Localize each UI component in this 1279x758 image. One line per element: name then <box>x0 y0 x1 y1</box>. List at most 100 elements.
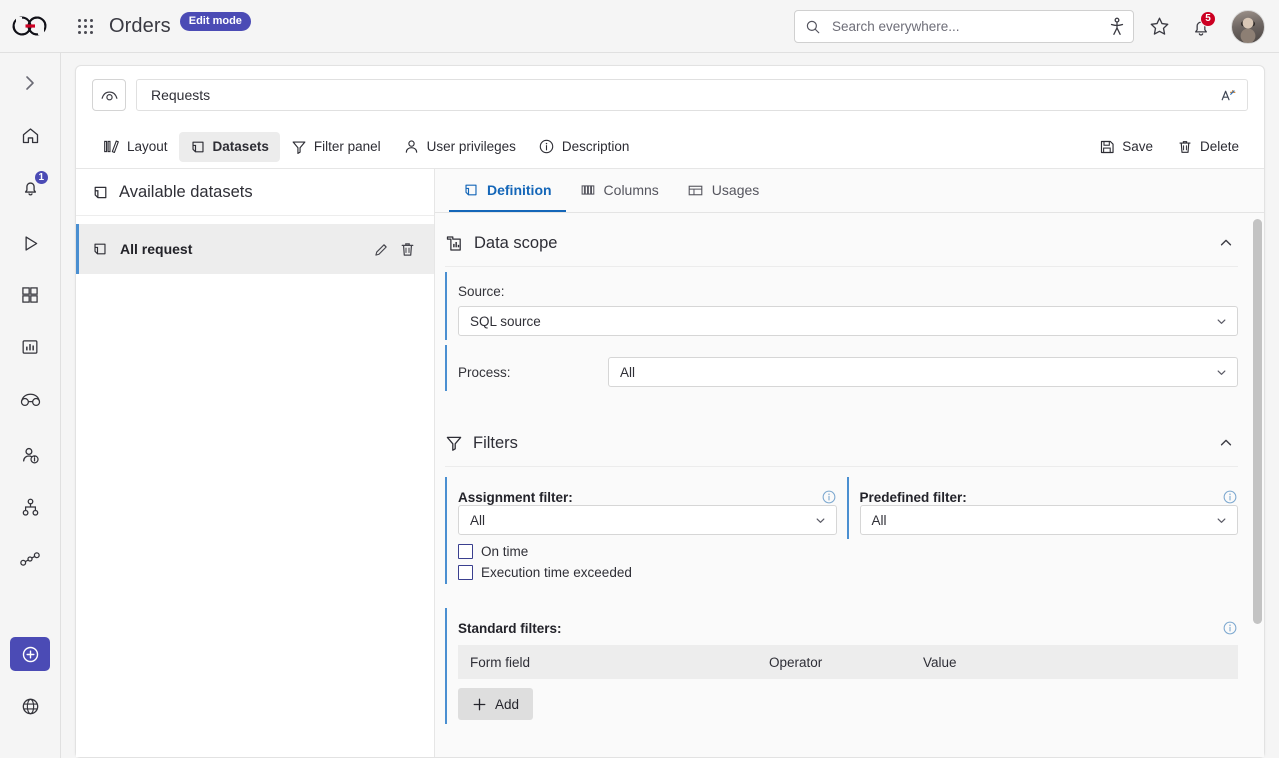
source-select[interactable]: SQL source <box>458 306 1238 336</box>
toolbar-label-datasets: Datasets <box>212 139 269 154</box>
sidebar-item-home[interactable] <box>0 109 61 161</box>
tab-usages[interactable]: Usages <box>673 170 773 212</box>
org-chart-icon <box>20 497 41 518</box>
detail-tabs: Definition Columns Usages <box>435 169 1264 213</box>
translate-button[interactable] <box>1215 83 1241 107</box>
toolbar-item-filter-panel[interactable]: Filter panel <box>280 132 392 162</box>
tab-definition[interactable]: Definition <box>449 170 566 212</box>
info-circle-icon[interactable] <box>1222 489 1238 505</box>
predefined-filter-col: Predefined filter: All <box>846 472 1238 584</box>
toolbar-item-description[interactable]: Description <box>527 132 641 162</box>
info-circle-icon[interactable] <box>821 489 837 505</box>
chevron-up-icon[interactable] <box>1214 231 1238 255</box>
app-logo[interactable] <box>0 0 61 53</box>
dataset-icon <box>463 182 479 198</box>
chevron-up-icon[interactable] <box>1214 431 1238 455</box>
execution-time-exceeded-checkbox[interactable] <box>458 565 473 580</box>
assignment-filter-col: Assignment filter: All On time Execution… <box>445 472 837 584</box>
user-info-icon <box>20 445 41 466</box>
edit-pencil-icon[interactable] <box>368 236 394 262</box>
accessibility-button[interactable] <box>1099 9 1135 45</box>
definition-scroll-area: Data scope Source: SQL source Process: A… <box>435 213 1264 757</box>
delete-label: Delete <box>1199 139 1239 154</box>
process-label: Process: <box>458 364 511 380</box>
chevron-down-icon <box>1215 366 1228 379</box>
process-select[interactable]: All <box>608 357 1238 387</box>
list-item[interactable]: All request <box>76 224 434 274</box>
sidebar-item-processes[interactable] <box>0 217 61 269</box>
dataset-name-field[interactable] <box>136 79 1248 111</box>
source-field-block: Source: SQL source <box>445 272 1238 340</box>
dataset-icon <box>92 241 108 257</box>
funnel-icon <box>445 434 463 452</box>
save-button[interactable]: Save <box>1088 132 1164 162</box>
notifications-button[interactable]: 5 <box>1183 9 1219 45</box>
on-time-checkbox-row[interactable]: On time <box>458 544 837 559</box>
execution-time-exceeded-checkbox-row[interactable]: Execution time exceeded <box>458 565 837 580</box>
definition-scrollbar[interactable] <box>1253 213 1262 757</box>
sidebar-notification-badge: 1 <box>32 169 51 186</box>
sidebar-item-applications[interactable] <box>0 269 61 321</box>
standard-filters-label: Standard filters: <box>458 620 562 636</box>
sidebar-add-button-wrap <box>0 628 61 680</box>
assignment-filter-label-row: Assignment filter: <box>458 489 837 505</box>
home-icon <box>20 125 41 146</box>
preview-button[interactable] <box>92 79 126 111</box>
column-header-value: Value <box>923 654 957 670</box>
column-header-operator: Operator <box>769 654 823 670</box>
connections-icon <box>19 550 41 568</box>
chevron-down-icon <box>1215 315 1228 328</box>
process-value: All <box>620 364 636 380</box>
info-circle-icon[interactable] <box>1222 620 1238 636</box>
add-standard-filter-button[interactable]: Add <box>458 688 534 720</box>
data-scope-header: Data scope <box>445 227 1238 267</box>
user-avatar[interactable] <box>1231 9 1265 44</box>
assignment-filter-block: Assignment filter: All On time Execution… <box>445 477 837 584</box>
assignment-filter-label: Assignment filter: <box>458 489 573 505</box>
predefined-filter-select[interactable]: All <box>859 505 1238 535</box>
sidebar-item-connections[interactable] <box>0 533 61 585</box>
delete-button[interactable]: Delete <box>1166 132 1250 162</box>
app-launcher-button[interactable] <box>71 12 99 40</box>
execution-time-exceeded-label: Execution time exceeded <box>481 565 632 580</box>
scrollbar-thumb[interactable] <box>1253 219 1262 624</box>
edit-mode-badge[interactable]: Edit mode <box>179 11 251 31</box>
sidebar-add-button[interactable] <box>10 637 50 671</box>
notification-count-badge: 5 <box>1200 10 1216 27</box>
play-icon <box>20 233 41 254</box>
on-time-checkbox[interactable] <box>458 544 473 559</box>
tab-label-usages: Usages <box>711 182 760 198</box>
toolbar-item-layout[interactable]: Layout <box>92 132 179 162</box>
sidebar-item-notifications[interactable]: 1 <box>0 161 61 213</box>
global-search[interactable] <box>794 10 1134 43</box>
chart-icon <box>20 337 40 357</box>
funnel-icon <box>291 139 307 155</box>
columns-icon <box>580 182 596 198</box>
tab-columns[interactable]: Columns <box>566 170 673 212</box>
datasets-list: All request <box>76 216 434 274</box>
toolbar-item-datasets[interactable]: Datasets <box>178 131 280 162</box>
sidebar-item-monitoring[interactable] <box>0 373 61 425</box>
sidebar-item-language[interactable] <box>0 680 61 732</box>
definition-content: Data scope Source: SQL source Process: A… <box>435 213 1264 744</box>
add-circle-icon <box>20 644 41 665</box>
sidebar-item-user-info[interactable] <box>0 429 61 481</box>
sidebar-item-expand[interactable] <box>0 57 61 109</box>
toolbar-item-user-privileges[interactable]: User privileges <box>392 132 527 162</box>
canvas: Layout Datasets <box>61 53 1279 758</box>
sidebar-item-reports[interactable] <box>0 321 61 373</box>
tab-label-columns: Columns <box>603 182 659 198</box>
toolbar-label-layout: Layout <box>127 139 168 154</box>
favorites-button[interactable] <box>1141 9 1177 45</box>
eye-icon <box>100 88 119 103</box>
assignment-filter-select[interactable]: All <box>458 505 837 535</box>
trash-icon[interactable] <box>394 236 420 262</box>
top-bar: Orders Edit mode Search everywhere... 5 <box>61 0 1279 53</box>
sidebar-item-organization[interactable] <box>0 481 61 533</box>
search-input[interactable] <box>830 18 1123 35</box>
dataset-name-input[interactable] <box>149 86 1235 104</box>
datasets-pane-title: Available datasets <box>119 183 253 201</box>
process-field-block: Process: All <box>445 345 1238 391</box>
toolbar-label-filter-panel: Filter panel <box>313 139 381 154</box>
predefined-filter-label: Predefined filter: <box>859 489 967 505</box>
